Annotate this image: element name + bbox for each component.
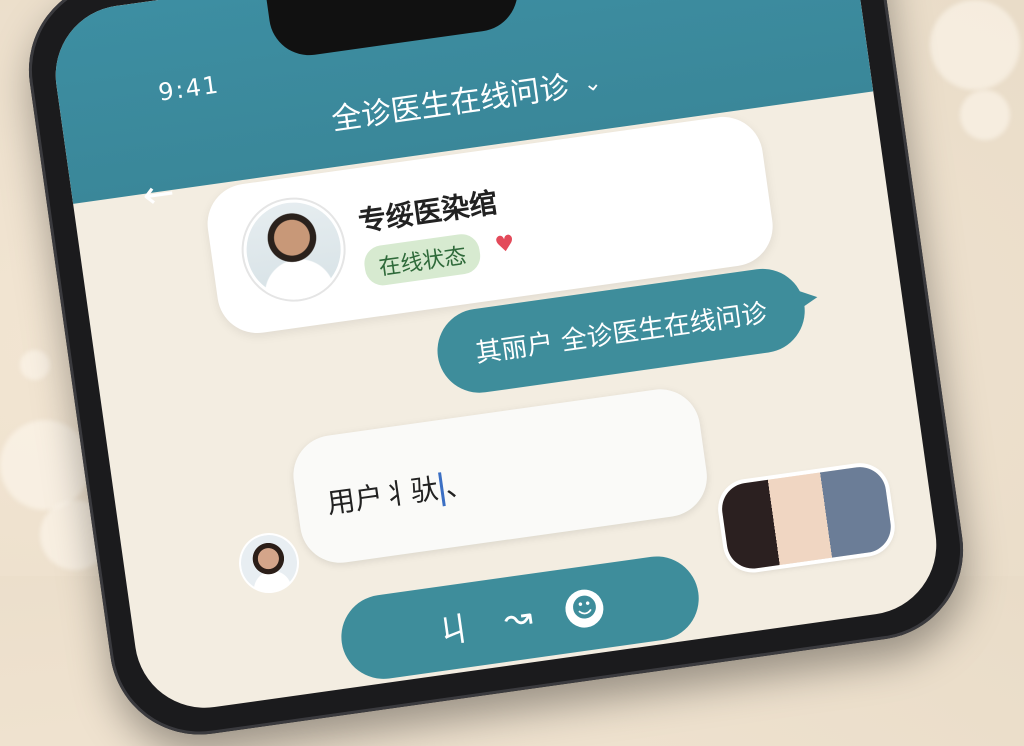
background-bokeh — [930, 0, 1020, 90]
incoming-message-text: 用户丬驮、 — [324, 462, 475, 522]
background-bokeh — [20, 350, 50, 380]
back-arrow-icon[interactable]: ← — [140, 170, 178, 218]
send-arrow-icon[interactable]: ↝ — [501, 596, 535, 640]
phone-device: 9:41 全诊医生在线问诊 ⌄ ← 专绥医染绾 在线状态 ♥ 其丽户 全诊医生在线… — [17, 0, 975, 746]
voice-icon[interactable]: ㄐ — [433, 600, 473, 653]
outgoing-message-text: 其丽户 全诊医生在线问诊 — [473, 297, 770, 369]
heart-icon: ♥ — [493, 230, 517, 259]
status-time: 9:41 — [156, 70, 222, 107]
photo-thumbnail[interactable] — [718, 463, 895, 572]
message-text-after-cursor: 、 — [442, 467, 476, 504]
message-text-before-cursor: 用户丬驮 — [325, 471, 441, 521]
phone-screen: 9:41 全诊医生在线问诊 ⌄ ← 专绥医染绾 在线状态 ♥ 其丽户 全诊医生在线… — [46, 0, 946, 717]
doctor-name: 专绥医染绾 — [356, 185, 500, 239]
online-status-badge: 在线状态 — [362, 231, 483, 288]
background-bokeh — [0, 420, 90, 510]
user-avatar — [237, 531, 301, 595]
dynamic-island — [264, 0, 523, 61]
background-bokeh — [960, 90, 1010, 140]
page-title-text: 全诊医生在线问诊 — [329, 69, 572, 138]
incoming-message-input[interactable]: 用户丬驮、 — [288, 384, 713, 568]
emoji-icon[interactable]: ☻ — [563, 587, 607, 631]
chevron-down-icon[interactable]: ⌄ — [582, 70, 604, 97]
doctor-avatar — [237, 193, 351, 307]
